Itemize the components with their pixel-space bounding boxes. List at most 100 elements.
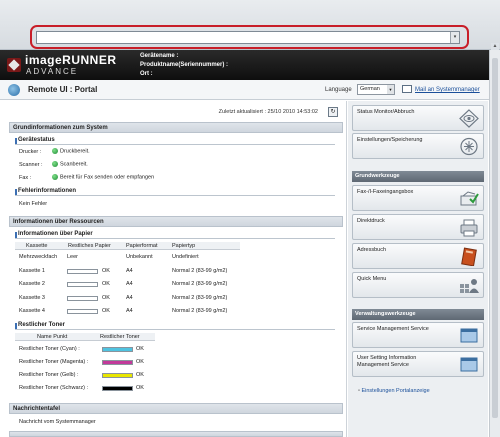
refresh-icon[interactable]: ↻ — [328, 107, 338, 117]
language-value: German — [360, 86, 380, 92]
paper-info-header: Informationen über Papier — [15, 231, 335, 239]
fax-inbox-icon — [460, 191, 479, 206]
brand-name: imageRUNNER — [25, 53, 117, 67]
error-text: Kein Fehler — [19, 201, 48, 207]
toner-header: Restlicher Toner — [15, 322, 335, 330]
direct-print-label: Direktdruck — [357, 218, 385, 224]
toner-level-bar — [102, 347, 133, 352]
direct-print-button[interactable]: Direktdruck — [352, 214, 484, 240]
fax-inbox-button[interactable]: Fax-/I-Faxeingangsbox — [352, 185, 484, 211]
news-section-header: Nachrichtentafel — [9, 403, 343, 414]
printer-status: Druckbereit. — [52, 148, 90, 154]
toner-level-bar — [102, 373, 133, 378]
paper-type: Normal 2 (83-99 g/m2) — [172, 294, 228, 301]
settings-icon — [460, 137, 478, 156]
canon-logo-icon — [7, 58, 21, 72]
fax-label: Fax : — [19, 175, 32, 181]
paper-format: A4 — [126, 281, 133, 287]
language-select[interactable]: German ▼ — [357, 84, 395, 95]
status-monitor-button[interactable]: Status Monitor/Abbruch — [352, 105, 484, 131]
toner-name: Restlicher Toner (Schwarz) : — [19, 385, 88, 391]
vertical-scrollbar[interactable] — [489, 50, 500, 437]
paper-format: A4 — [126, 308, 133, 314]
toner-name: Restlicher Toner (Gelb) : — [19, 372, 79, 378]
printer-label: Drucker : — [19, 149, 42, 155]
mail-icon[interactable] — [402, 85, 412, 93]
paper-level-bar — [67, 268, 98, 274]
admin-tools-header: Verwaltungswerkzeuge — [352, 309, 484, 320]
paper-cassette-name: Kassette 1 — [19, 267, 45, 274]
toner-status: OK — [136, 372, 144, 378]
status-monitor-label: Status Monitor/Abbruch — [357, 109, 415, 115]
printer-icon — [460, 219, 478, 237]
scroll-up-icon[interactable]: ▲ — [491, 43, 499, 50]
window-icon — [460, 357, 478, 372]
location-label: Ort : — [140, 71, 153, 77]
paper-remaining: OK — [102, 294, 110, 301]
paper-col-cassette: Kassette — [26, 243, 48, 249]
paper-type: Undefiniert — [172, 254, 199, 260]
status-ok-icon — [52, 174, 58, 180]
device-status-header: Gerätestatus — [15, 137, 335, 145]
paper-cassette-name: Kassette 2 — [19, 281, 45, 287]
language-label: Language — [325, 87, 352, 93]
paper-remaining: OK — [102, 281, 110, 287]
section-divider — [9, 431, 343, 437]
toner-level-bar — [102, 360, 133, 365]
side-panel: Status Monitor/Abbruch Einstellungen/Spe… — [348, 101, 488, 437]
address-book-button[interactable]: Adressbuch — [352, 243, 484, 269]
paper-cassette-name: Kassette 3 — [19, 294, 45, 301]
portal-settings-link[interactable]: Einstellungen Portalanzeige — [358, 388, 429, 394]
scrollbar-thumb[interactable] — [492, 58, 498, 418]
address-dropdown-button[interactable]: ▾ — [450, 32, 459, 43]
paper-remaining: OK — [102, 308, 110, 314]
paper-cassette-name: Kassette 4 — [19, 308, 45, 314]
toner-status: OK — [136, 385, 144, 391]
toner-col-name: Name Punkt — [37, 334, 68, 340]
paper-format: A4 — [126, 267, 133, 274]
last-updated: Zuletzt aktualisiert : 25/10 2010 14:53:… — [218, 109, 318, 115]
service-management-button[interactable]: Service Management Service — [352, 322, 484, 348]
product-name-label: Produktname(Seriennummer) : — [140, 62, 229, 68]
paper-col-remaining: Restliches Papier — [68, 243, 111, 249]
system-section-header: Grundinformationen zum System — [9, 122, 343, 133]
scanner-status: Scanbereit. — [52, 161, 88, 167]
main-content: Zuletzt aktualisiert : 25/10 2010 14:53:… — [0, 101, 347, 437]
paper-type: Normal 2 (83-99 g/m2) — [172, 267, 228, 274]
settings-button[interactable]: Einstellungen/Speicherung — [352, 133, 484, 159]
quick-menu-label: Quick Menu — [357, 276, 387, 282]
quick-menu-button[interactable]: Quick Menu — [352, 272, 484, 298]
toner-status: OK — [136, 346, 144, 352]
service-management-label: Service Management Service — [357, 326, 429, 332]
paper-cassette-name: Mehrzweckfach — [19, 254, 58, 260]
address-book-icon — [461, 247, 477, 266]
resources-section-header: Informationen über Ressourcen — [9, 216, 343, 227]
status-ok-icon — [52, 161, 58, 167]
basic-tools-header: Grundwerkzeuge — [352, 171, 484, 182]
toner-col-remaining: Restlicher Toner — [100, 334, 140, 340]
error-info-header: Fehlerinformationen — [15, 188, 335, 196]
toner-name: Restlicher Toner (Cyan) : — [19, 346, 80, 352]
device-info: Gerätename : Produktname(Seriennummer) :… — [140, 52, 228, 79]
paper-type: Normal 2 (83-99 g/m2) — [172, 308, 228, 314]
scanner-label: Scanner : — [19, 162, 43, 168]
device-name-label: Gerätename : — [140, 53, 179, 59]
mail-admin-link[interactable]: Mail an Systemmanager — [415, 87, 480, 93]
browser-toolbar: ▾ ▲ — [0, 0, 500, 50]
settings-label: Einstellungen/Speicherung — [357, 137, 423, 143]
toner-name: Restlicher Toner (Magenta) : — [19, 359, 89, 365]
device-header: imageRUNNER ADVANCE Gerätename : Produkt… — [0, 50, 500, 80]
address-book-label: Adressbuch — [357, 247, 387, 253]
status-ok-icon — [52, 148, 58, 154]
paper-format: A4 — [126, 294, 133, 301]
user-setting-management-button[interactable]: User Setting Information Management Serv… — [352, 351, 484, 377]
page-title: Remote UI : Portal — [28, 85, 98, 94]
user-grid-icon — [460, 279, 479, 293]
paper-remaining: OK — [102, 267, 110, 274]
brand-subname: ADVANCE — [26, 67, 79, 76]
paper-format: Unbekannt — [126, 254, 153, 260]
paper-level-bar — [67, 282, 98, 287]
chevron-down-icon: ▼ — [387, 85, 394, 94]
address-bar[interactable]: ▾ — [36, 31, 460, 44]
toner-level-bar — [102, 386, 133, 391]
